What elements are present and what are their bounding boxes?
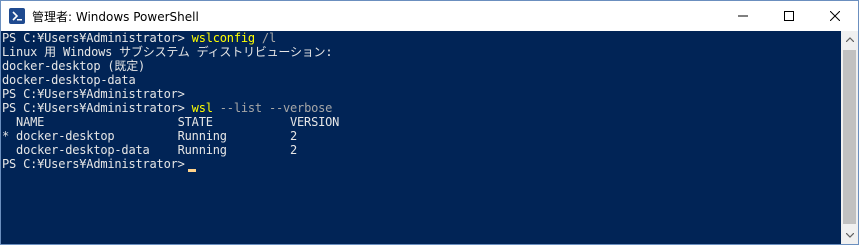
output-text: docker-desktop (既定) <box>2 59 146 73</box>
maximize-icon <box>784 11 794 21</box>
prompt-text: PS C:¥Users¥Administrator> <box>2 87 185 101</box>
argument-text: --list --verbose <box>212 101 333 115</box>
text-cursor <box>187 169 196 172</box>
console-line: docker-desktop-data Running 2 <box>2 143 841 157</box>
console-line: NAME STATE VERSION <box>2 115 841 129</box>
powershell-window: 管理者: Windows PowerShell PS C:¥Users¥Admi… <box>0 0 859 245</box>
minimize-button[interactable] <box>720 1 766 31</box>
output-text: NAME STATE VERSION <box>2 115 340 129</box>
window-controls <box>720 1 858 31</box>
console-line: PS C:¥Users¥Administrator> wsl --list --… <box>2 101 841 115</box>
prompt-text: PS C:¥Users¥Administrator> <box>2 101 192 115</box>
console-line: PS C:¥Users¥Administrator> wslconfig /l <box>2 31 841 45</box>
console-output[interactable]: PS C:¥Users¥Administrator> wslconfig /l L… <box>1 31 841 244</box>
powershell-icon <box>9 8 25 24</box>
output-text: docker-desktop-data <box>2 73 136 87</box>
console-line: Linux 用 Windows サブシステム ディストリビューション: <box>2 45 841 59</box>
console-line: docker-desktop (既定) <box>2 59 841 73</box>
console-line: docker-desktop-data <box>2 73 841 87</box>
minimize-icon <box>738 15 748 17</box>
prompt-text: PS C:¥Users¥Administrator> <box>2 157 185 171</box>
close-button[interactable] <box>812 1 858 31</box>
title-bar[interactable]: 管理者: Windows PowerShell <box>1 1 858 31</box>
scroll-up-button[interactable] <box>841 31 858 48</box>
console-line: PS C:¥Users¥Administrator> <box>2 157 841 172</box>
console-line: * docker-desktop Running 2 <box>2 129 841 143</box>
console-lines: PS C:¥Users¥Administrator> wslconfig /l L… <box>1 31 841 172</box>
chevron-up-icon <box>845 37 854 42</box>
scrollbar-thumb[interactable] <box>843 50 856 224</box>
chevron-down-icon <box>845 233 854 238</box>
command-text: wsl <box>191 101 213 115</box>
output-text: Linux 用 Windows サブシステム ディストリビューション: <box>2 45 333 59</box>
prompt-text: PS C:¥Users¥Administrator> <box>2 31 192 45</box>
output-text: * docker-desktop Running 2 <box>2 129 298 143</box>
scroll-down-button[interactable] <box>841 227 858 244</box>
output-text: docker-desktop-data Running 2 <box>2 143 298 157</box>
vertical-scrollbar[interactable] <box>841 31 858 244</box>
maximize-button[interactable] <box>766 1 812 31</box>
console-line: PS C:¥Users¥Administrator> <box>2 87 841 101</box>
argument-text: /l <box>254 31 276 45</box>
command-text: wslconfig <box>191 31 255 45</box>
window-title: 管理者: Windows PowerShell <box>32 9 199 24</box>
close-icon <box>830 11 840 21</box>
